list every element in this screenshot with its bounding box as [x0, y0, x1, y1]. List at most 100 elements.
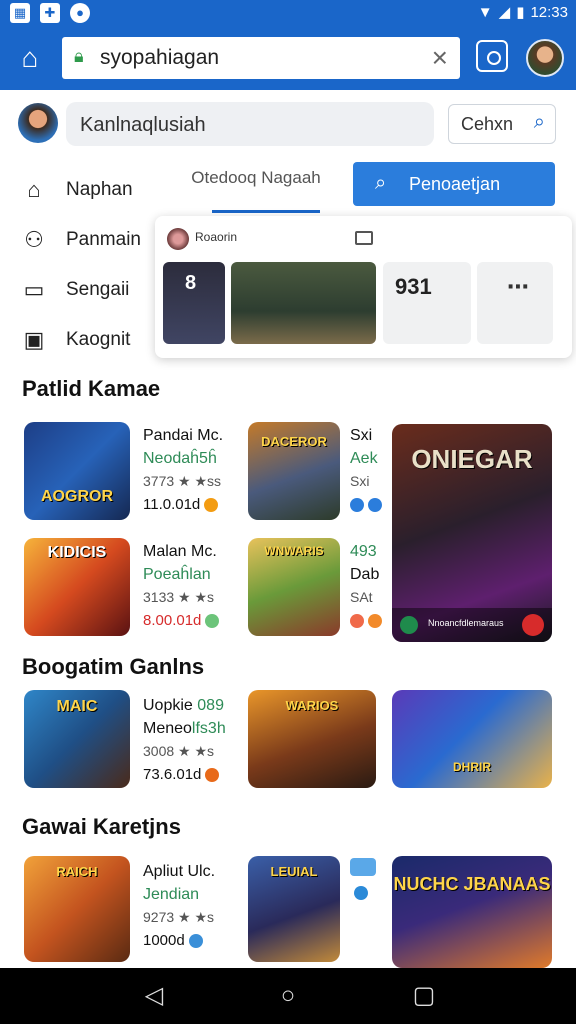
app-rating: 3773 ★ ★ss [143, 473, 222, 489]
app-subtitle: Poeaĥlan [143, 566, 211, 583]
popup-avatar [167, 228, 189, 250]
app-icon[interactable]: MAIC [24, 690, 130, 788]
app-icon-label: AOGROR [41, 488, 113, 505]
app-info[interactable]: Uopkie 089 Meneolfs3h 3008 ★ ★s 73.6.01d [143, 694, 226, 786]
app-icon-label: DHRIR [453, 760, 491, 774]
lock-icon: 🔒︎ [74, 46, 84, 66]
app-subtitle: Jendian [143, 886, 200, 903]
app-info[interactable]: Pandai Mc. Neodaĥ5ĥ 3773 ★ ★ss 11.0.01d [143, 424, 223, 516]
badge-icons [350, 493, 382, 516]
app-info[interactable]: 493 Dab SAt [350, 540, 382, 632]
app-icon-label: DACEROR [261, 434, 327, 449]
search-placeholder: Kanlnaqlusiah [80, 114, 206, 136]
tab-inactive[interactable]: Otedooq Nagaah [190, 168, 322, 188]
folder-icon: ▭ [23, 277, 45, 302]
app-subtitle: Neodaĥ5ĥ [143, 450, 217, 467]
popup-card-label: 8 [185, 272, 197, 294]
app-icon-label: NUCHC JBANAAS [393, 874, 551, 894]
app-icon[interactable]: DACEROR [248, 422, 340, 520]
app-icon[interactable]: AOGROR [24, 422, 130, 520]
app-name: 493 [350, 543, 377, 560]
app-icon[interactable]: DHRIR [392, 690, 552, 788]
app-info[interactable]: Sxi Aek Sxi [350, 424, 382, 516]
nav-item-share[interactable]: ⚇ Panmain [20, 215, 170, 265]
menu-icon[interactable] [355, 231, 373, 245]
side-navigation: ⌂ Naphan ⚇ Panmain ▭ Sengaii ▣ Kaognit [20, 165, 170, 365]
app-info[interactable]: Apliut Ulc. Jendian 9273 ★ ★s 1000d [143, 860, 215, 952]
app-icon-label: WNWARIS [264, 544, 324, 558]
camera-icon[interactable] [476, 40, 508, 72]
back-icon[interactable]: ◁ [140, 982, 168, 1010]
play-icon [400, 616, 418, 634]
app-name: Apliut Ulc. [143, 863, 216, 880]
home-icon: ⌂ [27, 177, 41, 202]
app-rating: 3133 ★ ★s [143, 589, 215, 605]
app-name: Sxi [350, 427, 373, 444]
battery-icon: ▮ [516, 4, 525, 21]
search-row: Kanlnaqlusiah Cehxn ⌕ [0, 100, 576, 150]
popup-card[interactable]: ⋯ [477, 262, 553, 344]
app-subtitle: Aek [350, 450, 378, 467]
featured-footer-text: Nnoancfdlemaraus [428, 618, 504, 628]
search-button[interactable]: Cehxn ⌕ [448, 104, 556, 144]
tv-icon: ▣ [23, 327, 45, 352]
app-downloads: 11.0.01d [143, 493, 223, 516]
app-downloads: 73.6.01d [143, 763, 226, 786]
featured-footer: Nnoancfdlemaraus [392, 608, 552, 642]
app-rating: 9273 ★ ★s [143, 909, 215, 925]
app-icon[interactable]: NUCHC JBANAAS [392, 856, 552, 968]
badge-icons [350, 858, 376, 900]
app-icon[interactable]: KIDICIS [24, 538, 130, 636]
nav-item-home[interactable]: ⌂ Naphan [20, 165, 170, 215]
app-icon-label: LEUIAL [270, 864, 318, 879]
app-icon[interactable]: WNWARIS [248, 538, 340, 636]
app-info[interactable]: Malan Mc. Poeaĥlan 3133 ★ ★s 8.00.01d [143, 540, 220, 632]
app-rating: SAt [350, 589, 373, 605]
search-input[interactable]: Kanlnaqlusiah [66, 102, 434, 146]
section-title: Boogatim Ganlns [22, 654, 205, 679]
app-icon-label: RAICH [56, 864, 98, 879]
clock: 12:33 [530, 3, 568, 21]
app-downloads: 8.00.01d [143, 609, 220, 632]
url-bar[interactable]: 🔒︎ syopahiagan × [62, 37, 460, 79]
popup-card[interactable]: 931 [383, 262, 471, 344]
app-rating: Sxi [350, 473, 370, 489]
badge-icons [350, 609, 382, 632]
browser-toolbar: ⌂ 🔒︎ syopahiagan × [0, 26, 576, 90]
app-subtitle-row: Meneolfs3h [143, 720, 226, 737]
nav-label: Naphan [66, 179, 133, 200]
tab-indicator [212, 210, 320, 213]
app-rating: 3008 ★ ★s [143, 743, 215, 759]
nav-label: Panmain [66, 229, 141, 250]
app-icon-featured[interactable]: ONIEGAR Nnoancfdlemaraus [392, 424, 552, 642]
app-icon[interactable]: WARIOS [248, 690, 376, 788]
user-avatar[interactable] [18, 103, 58, 143]
nav-label: Kaognit [66, 329, 131, 350]
app-icon[interactable]: LEUIAL [248, 856, 340, 962]
system-nav-bar: ◁ ○ ▢ [0, 968, 576, 1024]
clear-icon[interactable]: × [432, 42, 448, 74]
app-icon-label: MAIC [56, 698, 98, 715]
nav-item-folder[interactable]: ▭ Sengaii [20, 265, 170, 315]
app-name-row: Uopkie 089 [143, 697, 224, 714]
more-icon: ⋯ [507, 274, 529, 299]
app-icon[interactable]: RAICH [24, 856, 130, 962]
profile-avatar[interactable] [526, 39, 564, 77]
app-icon-label: KIDICIS [47, 544, 107, 561]
share-icon: ⚇ [24, 227, 44, 252]
status-bar: ▦ ✚ ● ▼ ◢ ▮ 12:33 [0, 0, 576, 26]
popup-card-image[interactable] [231, 262, 376, 344]
popup-card[interactable]: 8 [163, 262, 225, 344]
badge-icon [354, 886, 368, 900]
game-icon: ✚ [40, 3, 60, 23]
section-title: Patlid Kamae [22, 376, 161, 401]
home-icon[interactable]: ⌂ [12, 40, 48, 76]
tab-active[interactable]: ⌕ Penoaetjan [353, 162, 555, 206]
tab-active-label: Penoaetjan [409, 174, 501, 194]
app-downloads: 1000d [143, 929, 215, 952]
recents-icon[interactable]: ▢ [410, 982, 438, 1010]
section-title: Gawai Karetjns [22, 814, 181, 839]
home-icon[interactable]: ○ [274, 982, 302, 1010]
nav-item-tv[interactable]: ▣ Kaognit [20, 315, 170, 365]
popup-card-label: 931 [395, 274, 432, 299]
